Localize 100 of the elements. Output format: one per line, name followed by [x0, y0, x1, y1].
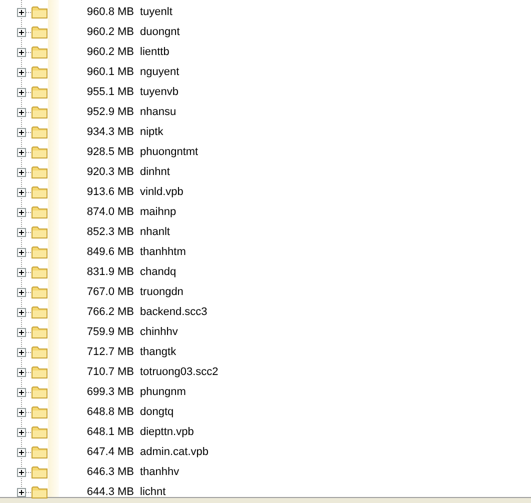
expand-icon[interactable] [17, 408, 26, 416]
folder-icon [31, 265, 48, 279]
expand-icon[interactable] [17, 68, 26, 76]
folder-icon [31, 425, 48, 439]
folder-icon [31, 85, 48, 99]
folder-icon [31, 165, 48, 179]
size-text: 644.3 MB [86, 484, 134, 500]
size-text: 712.7 MB [86, 344, 134, 360]
size-text: 766.2 MB [86, 304, 134, 320]
folder-name: nhansu [140, 104, 176, 120]
expand-icon[interactable] [17, 268, 26, 276]
folder-name: maihnp [140, 204, 176, 220]
size-text: 920.3 MB [86, 164, 134, 180]
expand-icon[interactable] [17, 368, 26, 376]
folder-name: truongdn [140, 284, 184, 300]
expand-icon[interactable] [17, 8, 26, 16]
folder-icon [31, 65, 48, 79]
folder-name: thanhhtm [140, 244, 186, 260]
folder-icon [31, 185, 48, 199]
expand-icon[interactable] [17, 488, 26, 496]
folder-icon [31, 445, 48, 459]
expand-icon[interactable] [17, 388, 26, 396]
folder-name: nguyent [140, 64, 180, 80]
folder-icon [31, 225, 48, 239]
size-text: 710.7 MB [86, 364, 134, 380]
folder-icon [31, 385, 48, 399]
expand-icon[interactable] [17, 148, 26, 156]
folder-name: nhanlt [140, 224, 170, 240]
folder-icon [31, 25, 48, 39]
size-text: 852.3 MB [86, 224, 134, 240]
size-text: 647.4 MB [86, 444, 134, 460]
size-text: 648.1 MB [86, 424, 134, 440]
folder-icon [31, 285, 48, 299]
folder-icon [31, 105, 48, 119]
folder-icon [31, 365, 48, 379]
folder-name: lichnt [140, 484, 166, 500]
size-text: 849.6 MB [86, 244, 134, 260]
folder-name: thangtk [140, 344, 176, 360]
folder-icon [31, 405, 48, 419]
size-text: 960.8 MB [86, 4, 134, 20]
folder-name: tuyenvb [140, 84, 179, 100]
size-text: 648.8 MB [86, 404, 134, 420]
size-text: 767.0 MB [86, 284, 134, 300]
expand-icon[interactable] [17, 28, 26, 36]
folder-name: totruong03.scc2 [140, 364, 218, 380]
size-text: 646.3 MB [86, 464, 134, 480]
folder-name: vinld.vpb [140, 184, 184, 200]
folder-icon [31, 205, 48, 219]
folder-name: duongnt [140, 24, 180, 40]
size-text: 913.6 MB [86, 184, 134, 200]
folder-name: phuongntmt [140, 144, 198, 160]
expand-icon[interactable] [17, 448, 26, 456]
expand-icon[interactable] [17, 108, 26, 116]
size-text: 960.1 MB [86, 64, 134, 80]
folder-name: chandq [140, 264, 176, 280]
folder-icon [31, 345, 48, 359]
expand-icon[interactable] [17, 188, 26, 196]
folder-icon [31, 145, 48, 159]
expand-icon[interactable] [17, 248, 26, 256]
folder-icon [31, 305, 48, 319]
size-text: 831.9 MB [86, 264, 134, 280]
folder-name: dinhnt [140, 164, 170, 180]
folder-icon [31, 465, 48, 479]
folder-name: diepttn.vpb [140, 424, 194, 440]
expand-icon[interactable] [17, 348, 26, 356]
expand-icon[interactable] [17, 228, 26, 236]
folder-name: backend.scc3 [140, 304, 208, 320]
expand-icon[interactable] [17, 468, 26, 476]
size-text: 759.9 MB [86, 324, 134, 340]
size-text: 699.3 MB [86, 384, 134, 400]
expand-icon[interactable] [17, 168, 26, 176]
folder-icon [31, 125, 48, 139]
expand-icon[interactable] [17, 88, 26, 96]
expand-icon[interactable] [17, 48, 26, 56]
folder-name: tuyenlt [140, 4, 172, 20]
expand-icon[interactable] [17, 208, 26, 216]
size-text: 874.0 MB [86, 204, 134, 220]
folder-name: niptk [140, 124, 164, 140]
size-text: 928.5 MB [86, 144, 134, 160]
size-text: 952.9 MB [86, 104, 134, 120]
folder-name: admin.cat.vpb [140, 444, 208, 460]
folder-name: phungnm [140, 384, 186, 400]
size-text: 960.2 MB [86, 44, 134, 60]
folder-name: chinhhv [140, 324, 178, 340]
folder-name: lienttb [140, 44, 170, 60]
expand-icon[interactable] [17, 308, 26, 316]
folder-name: thanhhv [140, 464, 180, 480]
expand-icon[interactable] [17, 428, 26, 436]
folder-icon [31, 5, 48, 19]
folder-name: dongtq [140, 404, 174, 420]
folder-icon [31, 485, 48, 499]
expand-icon[interactable] [17, 128, 26, 136]
size-text: 934.3 MB [86, 124, 134, 140]
size-text: 955.1 MB [86, 84, 134, 100]
expand-icon[interactable] [17, 328, 26, 336]
folder-icon [31, 325, 48, 339]
expand-icon[interactable] [17, 288, 26, 296]
folder-icon [31, 245, 48, 259]
size-text: 960.2 MB [86, 24, 134, 40]
folder-icon [31, 45, 48, 59]
